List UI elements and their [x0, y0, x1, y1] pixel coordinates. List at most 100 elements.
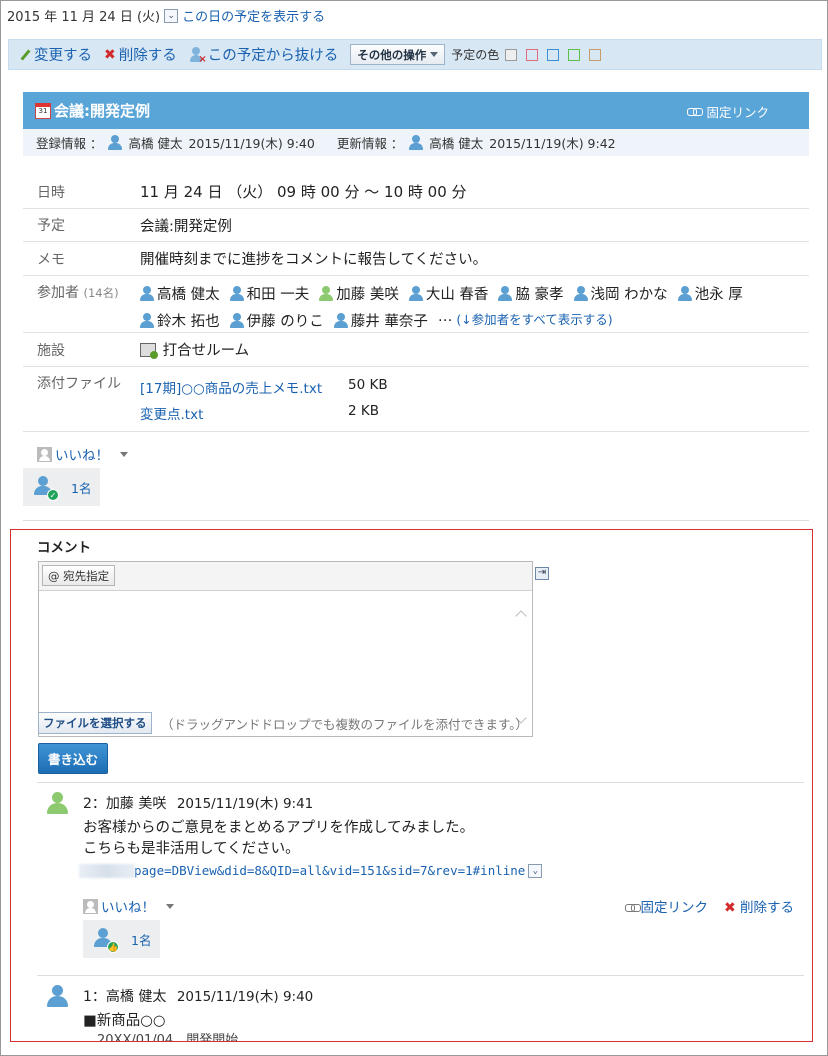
comment-time: 2015/11/19(木) 9:41: [176, 796, 314, 812]
mention-button[interactable]: @ 宛先指定: [42, 565, 116, 586]
delete-label: 削除する: [118, 48, 177, 64]
attendee-list: 高橋 健太 和田 一夫 加藤 美咲 大山 春香 脇 豪孝 浅岡 わかな 池永 厚鈴木 拓也 伊…: [140, 282, 809, 332]
like-count[interactable]: 1名: [131, 930, 151, 949]
attendee[interactable]: 池永 厚: [677, 282, 743, 305]
attendee-name: 和田 一夫: [246, 287, 310, 303]
leave-label: この予定から抜ける: [207, 48, 339, 64]
user-icon: [408, 286, 423, 301]
event-title: 会議:開発定例: [54, 102, 150, 120]
attendee-name: 加藤 美咲: [336, 287, 399, 303]
comment-editor[interactable]: @ 宛先指定: [38, 561, 533, 737]
file-drop-hint: （ドラッグアンドドロップでも複数のファイルを添付できます。）: [161, 717, 529, 732]
edit-button[interactable]: 変更する: [19, 44, 92, 65]
datetime-row: 日時 11 月 24 日 （火） 09 時 00 分 ～ 10 時 00 分: [23, 175, 809, 209]
user-icon: [573, 286, 588, 301]
plan-label: 予定: [37, 218, 65, 234]
like-count-box[interactable]: ✓ 1名: [23, 468, 100, 506]
like-count[interactable]: 1名: [71, 478, 91, 497]
divider: [23, 520, 809, 521]
attendee[interactable]: 藤井 華奈子: [333, 309, 428, 332]
event-details: 日時 11 月 24 日 （火） 09 時 00 分 ～ 10 時 00 分 予…: [23, 175, 809, 432]
pencil-icon: [19, 49, 31, 61]
color-swatch[interactable]: [589, 48, 602, 61]
facility-name[interactable]: 打合せルーム: [163, 343, 250, 359]
facility-label: 施設: [37, 342, 65, 359]
link-icon: [625, 904, 642, 912]
comment-author[interactable]: 1：高橋 健太: [83, 989, 166, 1005]
scroll-up-icon[interactable]: [515, 610, 527, 622]
comment-author[interactable]: 2：加藤 美咲: [83, 796, 166, 812]
attendee[interactable]: 脇 豪孝: [498, 282, 564, 305]
attendee[interactable]: 高橋 健太: [140, 282, 220, 305]
color-swatch[interactable]: [505, 48, 518, 61]
color-swatch[interactable]: [547, 48, 560, 61]
caret-down-icon[interactable]: [166, 903, 174, 909]
editor-toolbar: @ 宛先指定: [39, 562, 532, 591]
attachment-link[interactable]: [17期]○○商品の売上メモ.txt: [140, 377, 348, 397]
attachment-size: 50 KB: [348, 377, 388, 393]
delete-button[interactable]: ✖ 削除する: [104, 44, 177, 65]
attachment-link[interactable]: 変更点.txt: [140, 403, 348, 423]
color-swatches: [505, 48, 602, 61]
permalink-label: 固定リンク: [706, 105, 769, 120]
post-comment-button[interactable]: 書き込む: [38, 743, 108, 774]
permalink-link[interactable]: 固定リンク: [687, 102, 769, 121]
liked-user-icon: ✓: [33, 476, 59, 501]
comment-like-count-box[interactable]: 👍 1名: [83, 920, 160, 958]
upd-user[interactable]: 高橋 健太: [429, 133, 483, 152]
delete-icon: ✖: [723, 900, 736, 916]
comment-header: 1：高橋 健太 2015/11/19(木) 9:40: [83, 985, 313, 1006]
attendee-name: 藤井 華奈子: [350, 314, 428, 330]
other-actions-dropdown[interactable]: その他の操作: [350, 44, 446, 65]
chevron-down-icon[interactable]: ⌄: [164, 8, 179, 23]
like-face-icon: [37, 446, 52, 462]
attendee-name: 脇 豪孝: [515, 287, 564, 303]
like-label[interactable]: いいね！: [55, 444, 109, 464]
attendee[interactable]: 加藤 美咲: [319, 282, 399, 305]
other-actions-label: その他の操作: [357, 47, 427, 62]
memo-label: メモ: [37, 251, 65, 268]
leave-user-icon: ×: [189, 46, 207, 65]
comment-like-control[interactable]: いいね！: [83, 896, 174, 916]
attendee[interactable]: 大山 春香: [408, 282, 489, 305]
edit-label: 変更する: [34, 48, 92, 64]
user-icon: [333, 313, 348, 328]
show-day-link[interactable]: この日の予定を表示する: [182, 6, 325, 25]
show-all-attendees-link[interactable]: (↓参加者をすべて表示する): [456, 309, 612, 332]
chevron-down-icon[interactable]: ⌄: [528, 863, 543, 878]
attendee-name: 大山 春香: [425, 287, 489, 303]
reg-user[interactable]: 高橋 健太: [128, 133, 182, 152]
like-face-icon: [83, 898, 98, 914]
upd-label: 更新情報 ：: [336, 136, 404, 151]
like-label[interactable]: いいね！: [101, 896, 155, 916]
comment-line: こちらも是非活用してください。: [83, 841, 300, 857]
attendee[interactable]: 鈴木 拓也: [140, 309, 220, 332]
like-control[interactable]: いいね！: [37, 444, 128, 464]
attendee-name: 鈴木 拓也: [157, 314, 220, 330]
comment-delete[interactable]: ✖ 削除する: [724, 896, 794, 916]
comment-permalink[interactable]: 固定リンク: [625, 896, 708, 916]
comment-url-link[interactable]: page=DBView&did=8&QID=all&vid=151&sid=7&…: [134, 860, 525, 881]
attendee-name: 浅岡 わかな: [590, 287, 668, 303]
memo-value: 開催時刻までに進捗をコメントに報告してください。: [140, 252, 488, 268]
comment-item: 1：高橋 健太 2015/11/19(木) 9:40 ■新商品○○ 20XX/0…: [37, 985, 804, 1041]
leave-event-button[interactable]: × この予定から抜ける: [189, 44, 339, 65]
facility-row: 施設 打合せルーム: [23, 333, 809, 367]
comment-url: page=DBView&did=8&QID=all&vid=151&sid=7&…: [79, 860, 543, 881]
comment-body: ■新商品○○ 20XX/01/04 開発開始: [83, 1011, 238, 1041]
caret-down-icon[interactable]: [120, 451, 128, 457]
expand-editor-icon[interactable]: ⇥: [535, 567, 549, 580]
attendee[interactable]: 浅岡 わかな: [573, 282, 668, 305]
color-swatch[interactable]: [568, 48, 581, 61]
choose-file-button[interactable]: ファイルを選択する: [38, 712, 152, 734]
liked-user-icon: 👍: [93, 928, 119, 953]
user-avatar-icon: [47, 985, 69, 1009]
color-swatch[interactable]: [526, 48, 539, 61]
registration-info: 登録情報 ： 高橋 健太 2015/11/19(木) 9:40 更新情報 ： 高…: [23, 129, 809, 156]
files-row: 添付ファイル [17期]○○商品の売上メモ.txt 50 KB 変更点.txt 2 K…: [23, 367, 809, 432]
attendee[interactable]: 和田 一夫: [229, 282, 310, 305]
attendees-label-text: 参加者: [37, 285, 79, 301]
schedule-date: 2015 年 11 月 24 日 (火): [7, 10, 161, 25]
attendee[interactable]: 伊藤 のりこ: [229, 309, 324, 332]
plan-row: 予定 会議:開発定例: [23, 209, 809, 242]
